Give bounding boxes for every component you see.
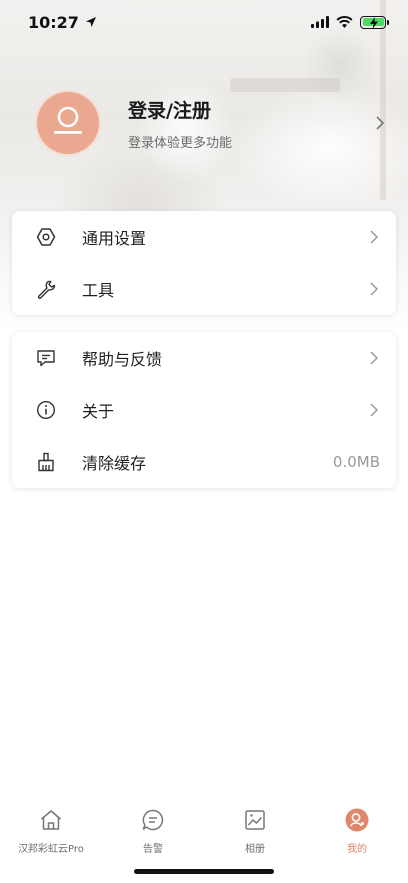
chat-bubble-icon: [35, 347, 57, 369]
album-icon: [244, 808, 266, 832]
home-indicator: [134, 869, 274, 874]
profile-icon: [345, 808, 369, 832]
signal-icon: [311, 16, 329, 28]
menu-item-general-settings[interactable]: 通用设置: [12, 211, 396, 263]
chevron-right-icon: [370, 116, 390, 130]
status-bar: 10:27: [0, 0, 408, 44]
wrench-icon: [35, 278, 57, 300]
menu-item-about[interactable]: 关于: [12, 384, 396, 436]
alert-bubble-icon: [141, 808, 165, 832]
login-subtitle: 登录体验更多功能: [128, 135, 233, 151]
tab-label: 汉邦彩虹云Pro: [18, 844, 84, 855]
home-icon: [39, 808, 63, 832]
user-placeholder-icon: [54, 106, 82, 134]
tab-label: 我的: [347, 844, 367, 855]
menu-card-settings: 通用设置 工具: [12, 211, 396, 315]
menu-item-clear-cache[interactable]: 清除缓存 0.0MB: [12, 436, 396, 488]
location-arrow-icon: [85, 17, 96, 27]
tab-label: 告警: [143, 844, 163, 855]
login-register-title[interactable]: 登录/注册: [128, 96, 370, 123]
status-time: 10:27: [28, 12, 79, 32]
menu-item-label: 工具: [82, 281, 115, 300]
broom-icon: [35, 451, 57, 473]
bottom-tab-bar: 汉邦彩虹云Pro 告警 相册 我的: [0, 800, 408, 860]
avatar[interactable]: [35, 90, 101, 156]
chevron-right-icon: [366, 403, 382, 417]
hexagon-settings-icon: [35, 226, 57, 248]
cache-size-value: 0.0MB: [332, 453, 380, 471]
tab-home[interactable]: 汉邦彩虹云Pro: [0, 800, 102, 860]
tab-mine[interactable]: 我的: [306, 800, 408, 860]
chevron-right-icon: [366, 351, 382, 365]
menu-item-label: 关于: [82, 402, 115, 421]
tab-alerts[interactable]: 告警: [102, 800, 204, 860]
wifi-icon: [336, 16, 353, 28]
tab-label: 相册: [245, 844, 265, 855]
chevron-right-icon: [366, 282, 382, 296]
menu-item-label: 通用设置: [82, 229, 147, 248]
login-profile-row[interactable]: 登录/注册 登录体验更多功能: [35, 88, 390, 158]
menu-card-support: 帮助与反馈 关于 清除缓存 0.0MB: [12, 332, 396, 488]
menu-item-tools[interactable]: 工具: [12, 263, 396, 315]
menu-item-label: 清除缓存: [82, 454, 147, 473]
chevron-right-icon: [366, 230, 382, 244]
info-icon: [35, 399, 57, 421]
battery-icon: [360, 15, 389, 29]
menu-item-label: 帮助与反馈: [82, 350, 163, 369]
tab-album[interactable]: 相册: [204, 800, 306, 860]
menu-item-help-feedback[interactable]: 帮助与反馈: [12, 332, 396, 384]
